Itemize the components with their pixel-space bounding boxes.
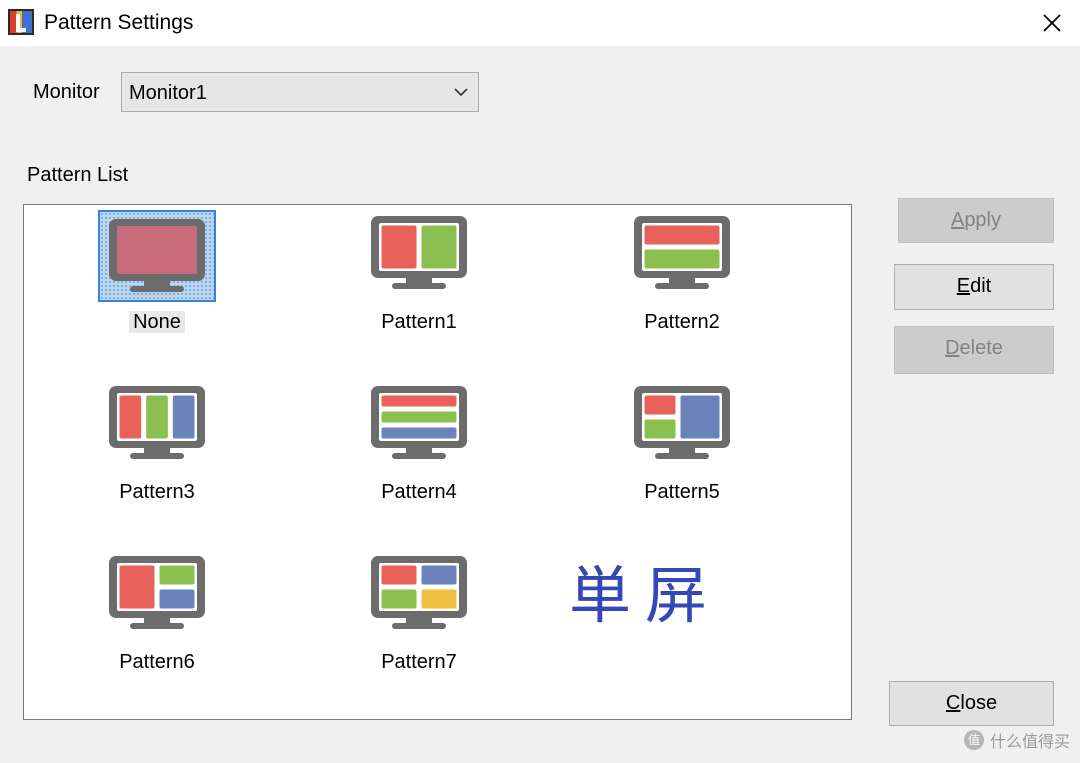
monitor-icon: [370, 215, 468, 291]
edit-button-label: Edit: [956, 275, 992, 297]
apply-button[interactable]: Apply: [898, 198, 1054, 243]
green-pane: [146, 395, 168, 439]
blue-pane: [172, 395, 195, 439]
pattern-item-6[interactable]: Pattern6: [47, 545, 267, 695]
title-bar: Pattern Settings: [0, 0, 1080, 46]
app-icon: [8, 9, 34, 35]
monitor-icon: [108, 385, 206, 461]
blue-pane: [159, 589, 195, 609]
pattern-label: Pattern1: [381, 311, 457, 333]
green-pane: [644, 419, 676, 439]
delete-button[interactable]: Delete: [894, 326, 1054, 374]
red-pane: [381, 225, 417, 269]
pattern-label: Pattern5: [644, 481, 720, 503]
delete-button-label: Delete: [945, 337, 1003, 359]
pattern-list[interactable]: None Pattern1 Pattern2 Pattern3 Pattern4…: [23, 204, 852, 720]
green-pane: [381, 589, 417, 609]
pattern-item-4[interactable]: Pattern4: [309, 375, 529, 525]
green-pane: [421, 225, 457, 269]
monitor-icon: [370, 385, 468, 461]
red-pane: [644, 395, 676, 415]
pattern-item-none[interactable]: None: [47, 205, 267, 355]
blue-pane: [421, 565, 457, 585]
edit-button[interactable]: Edit: [894, 264, 1054, 310]
monitor-stand: [130, 453, 184, 459]
red-pane: [381, 395, 457, 407]
monitor-select[interactable]: Monitor1: [121, 72, 479, 112]
green-pane: [381, 411, 457, 423]
red-pane: [644, 225, 720, 245]
green-pane: [159, 565, 195, 585]
watermark-text: 什么值得买: [989, 734, 1070, 751]
pattern-item-2[interactable]: Pattern2: [572, 205, 792, 355]
watermark-badge: 值: [963, 730, 984, 750]
pattern-item-3[interactable]: Pattern3: [47, 375, 267, 525]
watermark: 值 什么值得买: [963, 728, 1070, 752]
pattern-label: Pattern4: [381, 481, 457, 503]
chevron-down-icon: [454, 88, 468, 97]
pattern-label: Pattern3: [119, 481, 195, 503]
monitor-stand: [392, 453, 446, 459]
pattern-label: Pattern7: [381, 651, 457, 673]
monitor-stand: [655, 453, 709, 459]
pattern-item-1[interactable]: Pattern1: [309, 205, 529, 355]
apply-button-label: Apply: [950, 209, 1002, 231]
monitor-stand: [392, 623, 446, 629]
monitor-stand: [130, 286, 184, 292]
red-pane: [119, 395, 142, 439]
pattern-list-caption: Pattern List: [27, 164, 129, 186]
window-title: Pattern Settings: [44, 11, 194, 34]
monitor-icon: [370, 555, 468, 631]
close-icon: [1043, 14, 1061, 32]
green-pane: [644, 249, 720, 269]
close-button[interactable]: Close: [889, 681, 1054, 726]
pattern-label: Pattern6: [119, 651, 195, 673]
monitor-stand: [392, 283, 446, 289]
blue-pane: [381, 427, 457, 439]
overlay-annotation: 単屏: [569, 559, 722, 632]
yellow-pane: [421, 589, 457, 609]
red-pane: [119, 565, 155, 609]
monitor-icon: [98, 210, 216, 302]
close-window-button[interactable]: [1032, 4, 1072, 42]
monitor-stand: [130, 623, 184, 629]
monitor-label: Monitor: [33, 81, 100, 103]
blue-pane: [680, 395, 720, 439]
red-pane: [381, 565, 417, 585]
pattern-label: Pattern2: [644, 311, 720, 333]
monitor-stand: [655, 283, 709, 289]
close-button-label: Close: [945, 692, 998, 714]
monitor-icon: [633, 385, 731, 461]
monitor-screen: [117, 226, 197, 274]
pattern-item-7[interactable]: Pattern7: [309, 545, 529, 695]
monitor-icon: [108, 555, 206, 631]
pattern-label: None: [129, 311, 185, 333]
monitor-select-value: Monitor1: [129, 82, 207, 104]
pattern-item-5[interactable]: Pattern5: [572, 375, 792, 525]
monitor-icon: [633, 215, 731, 291]
